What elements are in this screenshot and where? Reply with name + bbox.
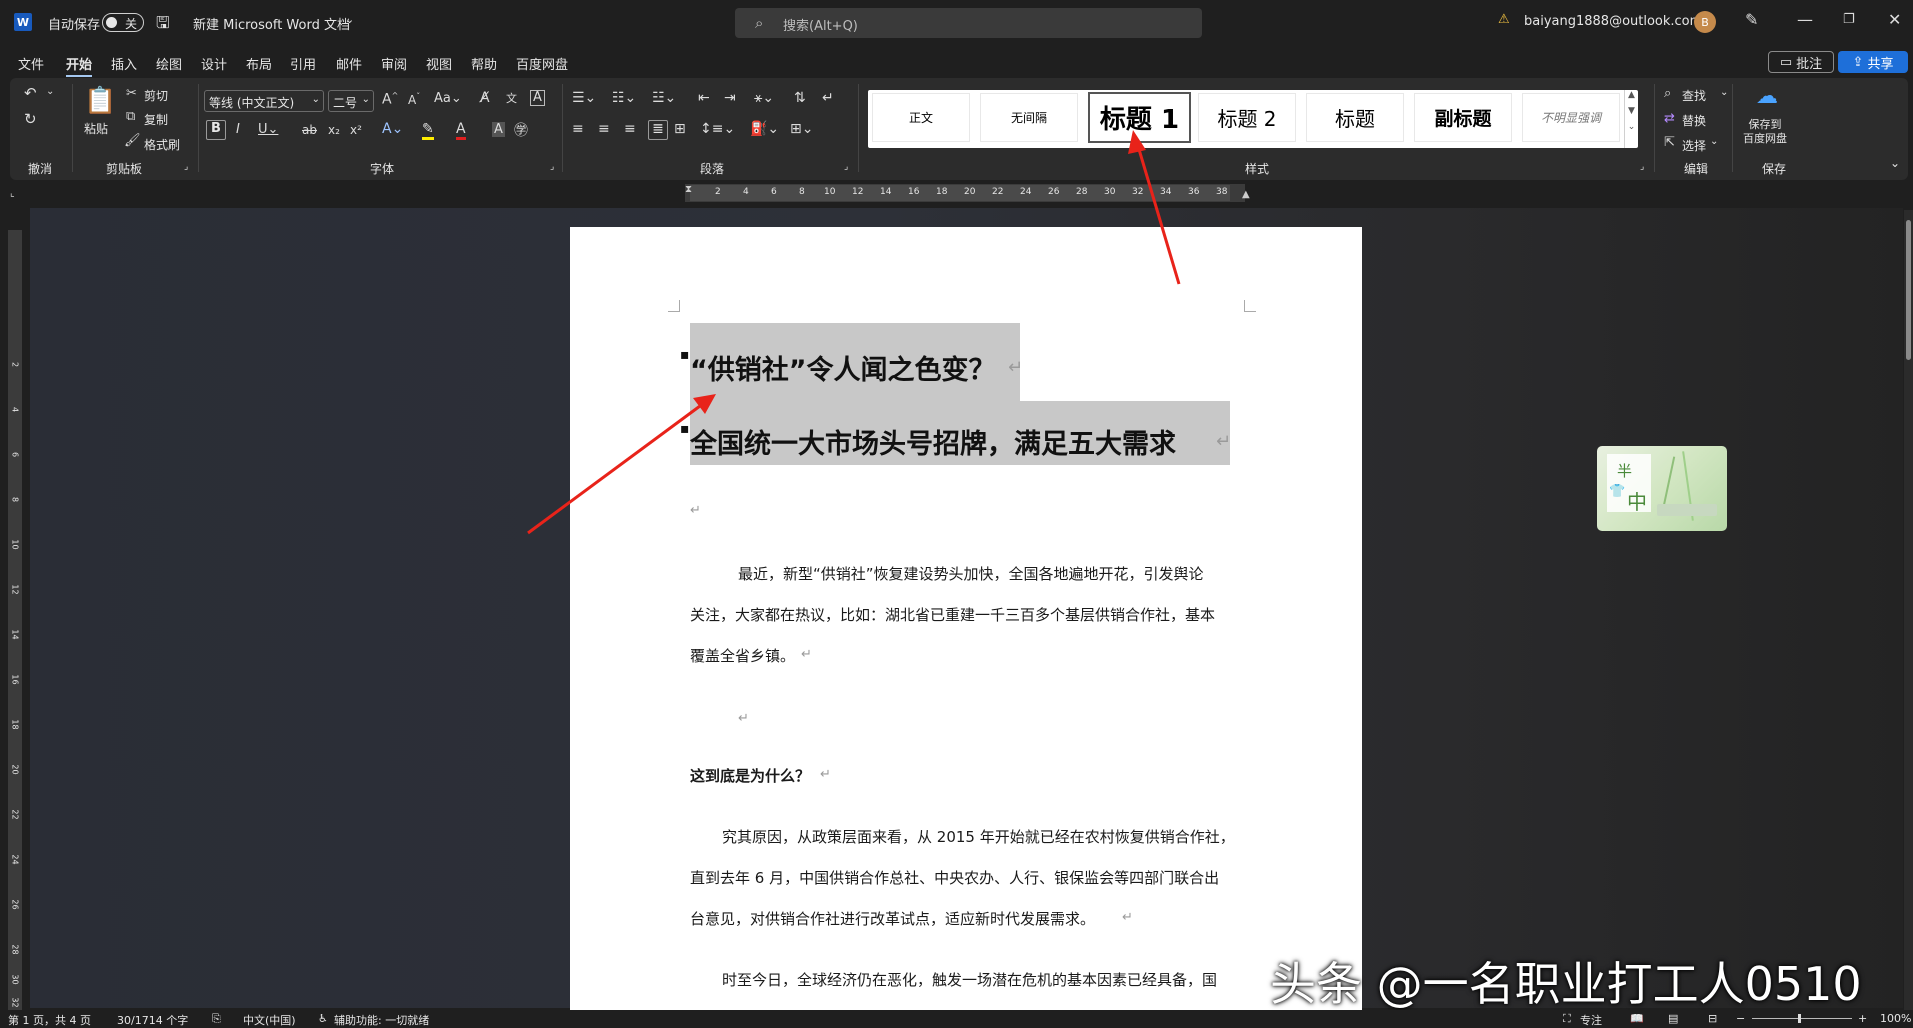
zoom-in-icon[interactable]: +	[1858, 1012, 1867, 1025]
read-mode-icon[interactable]: 📖	[1630, 1012, 1644, 1025]
zoom-out-icon[interactable]: −	[1736, 1012, 1745, 1025]
print-layout-icon[interactable]: ▤	[1668, 1012, 1678, 1025]
arrow-to-heading	[527, 404, 701, 535]
zoom-slider[interactable]	[1752, 1014, 1852, 1023]
zoom-level[interactable]: 100%	[1880, 1012, 1911, 1025]
thumbnail-char: 半	[1617, 462, 1633, 480]
proofing-icon[interactable]: ⎘	[212, 1012, 221, 1026]
thumbnail-char: 中	[1627, 490, 1647, 514]
shirt-icon: 👕	[1609, 484, 1626, 499]
status-bar: 第 1 页，共 4 页 30/1714 个字 ⎘ 中文(中国) ♿ 辅助功能: …	[0, 1010, 1913, 1027]
arrow-to-heading-style	[1136, 145, 1181, 285]
arrow-head	[1128, 130, 1146, 154]
focus-icon[interactable]: ⛶	[1563, 1012, 1571, 1026]
zoom-slider-thumb[interactable]	[1798, 1014, 1801, 1023]
pavilion-decoration	[1657, 504, 1717, 516]
accessibility-icon[interactable]: ♿	[318, 1012, 328, 1025]
floating-thumbnail[interactable]: 半 👕 中	[1597, 446, 1727, 531]
arrow-head	[693, 394, 716, 414]
watermark: 头条 @一名职业打工人0510	[1270, 957, 1862, 1011]
web-layout-icon[interactable]: ⊟	[1708, 1012, 1717, 1025]
